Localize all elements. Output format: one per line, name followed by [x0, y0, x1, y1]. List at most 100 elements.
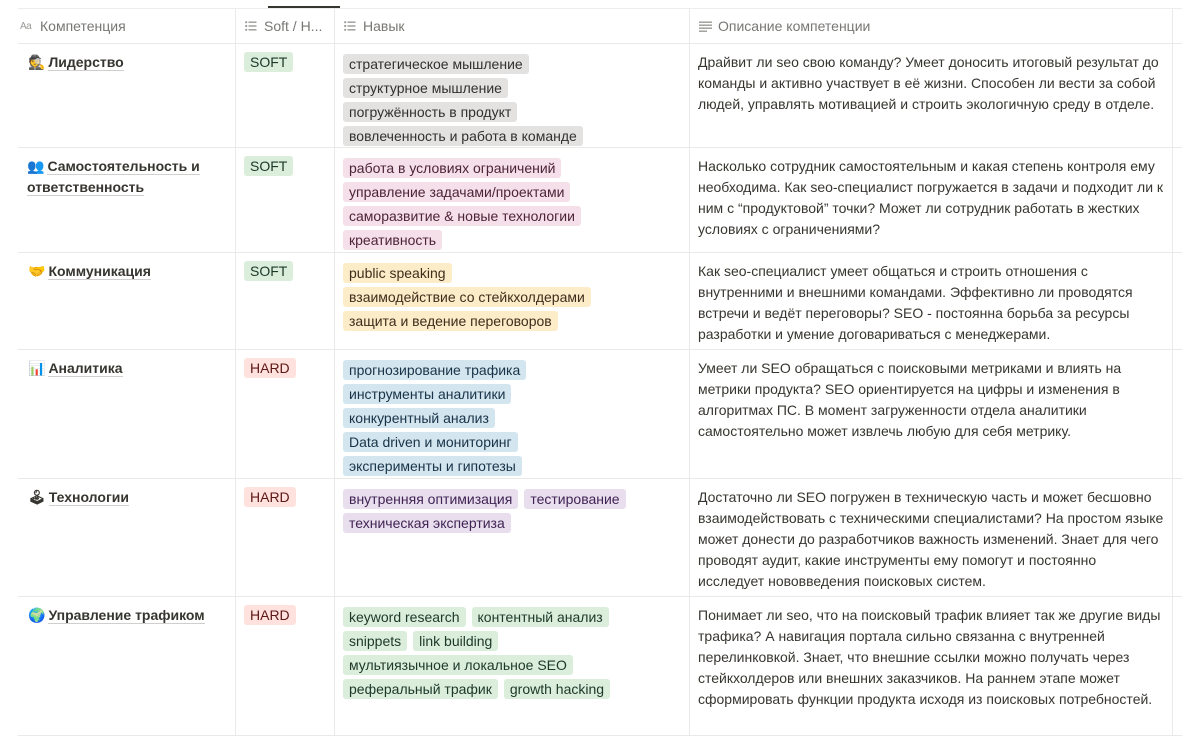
- competency-name[interactable]: Управление трафиком: [48, 607, 205, 624]
- type-tag: HARD: [244, 358, 296, 378]
- type-cell[interactable]: SOFT: [235, 253, 335, 349]
- column-header-label: Компетенция: [40, 18, 126, 34]
- skill-tag: тестирование: [524, 489, 626, 509]
- competency-cell[interactable]: 🌍 Управление трафиком: [18, 597, 235, 735]
- description-cell[interactable]: Насколько сотрудник самостоятельным и ка…: [690, 148, 1173, 252]
- skill-tag: мультиязычное и локальное SEO: [343, 655, 573, 675]
- type-cell[interactable]: SOFT: [235, 148, 335, 252]
- skill-tag: public speaking: [343, 263, 452, 283]
- skills-cell[interactable]: работа в условиях ограничений управление…: [335, 148, 690, 252]
- row-tail: [1173, 44, 1182, 147]
- skills-cell[interactable]: keyword research контентный анализ snipp…: [335, 597, 690, 735]
- table-header: Aa Компетенция Soft / H... Навык Описани…: [18, 8, 1182, 44]
- column-header-label: Навык: [363, 18, 405, 34]
- skills-cell[interactable]: внутренняя оптимизация тестирование техн…: [335, 479, 690, 596]
- globe-icon: 🌍: [28, 607, 46, 623]
- joystick-icon: 🕹: [28, 489, 46, 505]
- type-tag: SOFT: [244, 261, 294, 281]
- column-header-description[interactable]: Описание компетенции: [690, 9, 1173, 43]
- skill-tag: link building: [413, 631, 499, 651]
- type-tag: SOFT: [244, 156, 294, 176]
- skill-tag: работа в условиях ограничений: [343, 158, 562, 178]
- description-cell[interactable]: Достаточно ли SEO погружен в техническую…: [690, 479, 1173, 596]
- handshake-icon: 🤝: [28, 263, 46, 279]
- column-header-label: Описание компетенции: [718, 18, 871, 34]
- skill-tag: внутренняя оптимизация: [343, 489, 519, 509]
- skill-tag: snippets: [343, 631, 408, 651]
- table-row[interactable]: 🕹 Технологии HARD внутренняя оптимизация …: [18, 479, 1182, 597]
- competency-cell[interactable]: 🤝 Коммуникация: [18, 253, 235, 349]
- type-tag: HARD: [244, 487, 296, 507]
- multi-select-property-icon: [244, 19, 258, 33]
- column-add: [1173, 9, 1182, 43]
- competency-name[interactable]: Самостоятельность и ответственность: [27, 158, 200, 196]
- type-tag: HARD: [244, 605, 296, 625]
- skills-cell[interactable]: public speaking взаимодействие со стейкх…: [335, 253, 690, 349]
- competency-cell[interactable]: 👥 Самостоятельность и ответственность: [18, 148, 235, 252]
- skill-tag: Data driven и мониторинг: [343, 432, 518, 452]
- row-tail: [1173, 597, 1182, 735]
- table-row[interactable]: 📊 Аналитика HARD прогнозирование трафика …: [18, 350, 1182, 479]
- competency-name[interactable]: Лидерство: [48, 54, 124, 71]
- type-cell[interactable]: HARD: [235, 597, 335, 735]
- skill-tag: growth hacking: [503, 679, 611, 699]
- detective-icon: 🕵: [28, 54, 46, 70]
- column-header-label: Soft / H...: [264, 18, 323, 34]
- description-cell[interactable]: Умеет ли SEO обращаться с поисковыми мет…: [690, 350, 1173, 478]
- skill-tag: прогнозирование трафика: [343, 360, 527, 380]
- description-cell[interactable]: Понимает ли seo, что на поисковый трафик…: [690, 597, 1173, 735]
- description-text: Умеет ли SEO обращаться с поисковыми мет…: [698, 360, 1122, 439]
- skill-tag: защита и ведение переговоров: [343, 311, 558, 331]
- type-cell[interactable]: HARD: [235, 479, 335, 596]
- competency-cell[interactable]: 📊 Аналитика: [18, 350, 235, 478]
- multi-select-property-icon: [343, 19, 357, 33]
- table-row[interactable]: 🕵 Лидерство SOFT стратегическое мышление …: [18, 44, 1182, 148]
- skill-tag: конкурентный анализ: [343, 408, 495, 428]
- skill-tag: погружённость в продукт: [343, 102, 518, 122]
- skill-tag: вовлеченность и работа в команде: [343, 126, 583, 146]
- text-lines-property-icon: [698, 19, 712, 33]
- description-cell[interactable]: Драйвит ли seo свою команду? Умеет донос…: [690, 44, 1173, 147]
- table-row[interactable]: 👥 Самостоятельность и ответственность SOF…: [18, 148, 1182, 253]
- row-tail: [1173, 479, 1182, 596]
- table-row[interactable]: 🤝 Коммуникация SOFT public speaking взаим…: [18, 253, 1182, 350]
- description-text: Понимает ли seo, что на поисковый трафик…: [698, 607, 1161, 707]
- skill-tag: эксперименты и гипотезы: [343, 456, 522, 476]
- type-cell[interactable]: HARD: [235, 350, 335, 478]
- skills-cell[interactable]: стратегическое мышление структурное мышл…: [335, 44, 690, 147]
- competency-name[interactable]: Аналитика: [48, 360, 123, 377]
- skill-tag: техническая экспертиза: [343, 513, 511, 533]
- skill-tag: креативность: [343, 230, 443, 250]
- skill-tag: контентный анализ: [471, 607, 609, 627]
- competency-name[interactable]: Коммуникация: [48, 263, 151, 280]
- description-text: Как seo-специалист умеет общаться и стро…: [698, 263, 1133, 342]
- skill-tag: саморазвитие & новые технологии: [343, 206, 581, 226]
- row-tail: [1173, 148, 1182, 252]
- competency-cell[interactable]: 🕹 Технологии: [18, 479, 235, 596]
- column-header-type[interactable]: Soft / H...: [235, 9, 335, 43]
- competency-name[interactable]: Технологии: [48, 489, 129, 506]
- skill-tag: управление задачами/проектами: [343, 182, 571, 202]
- column-header-competency[interactable]: Aa Компетенция: [18, 9, 235, 43]
- row-tail: [1173, 253, 1182, 349]
- description-cell[interactable]: Как seo-специалист умеет общаться и стро…: [690, 253, 1173, 349]
- skill-tag: keyword research: [343, 607, 466, 627]
- description-text: Достаточно ли SEO погружен в техническую…: [698, 489, 1164, 589]
- competency-cell[interactable]: 🕵 Лидерство: [18, 44, 235, 147]
- table-row[interactable]: 🌍 Управление трафиком HARD keyword resear…: [18, 597, 1182, 736]
- skills-cell[interactable]: прогнозирование трафика инструменты анал…: [335, 350, 690, 478]
- type-cell[interactable]: SOFT: [235, 44, 335, 147]
- skill-tag: структурное мышление: [343, 78, 508, 98]
- skill-tag: инструменты аналитики: [343, 384, 512, 404]
- description-text: Драйвит ли seo свою команду? Умеет донос…: [698, 54, 1159, 112]
- column-header-skill[interactable]: Навык: [335, 9, 690, 43]
- text-property-icon: Aa: [20, 20, 32, 32]
- competency-table: Aa Компетенция Soft / H... Навык Описани…: [18, 8, 1182, 736]
- bar-chart-icon: 📊: [28, 360, 46, 376]
- skill-tag: реферальный трафик: [343, 679, 498, 699]
- skill-tag: стратегическое мышление: [343, 54, 529, 74]
- row-tail: [1173, 350, 1182, 478]
- people-icon: 👥: [27, 158, 45, 174]
- skill-tag: взаимодействие со стейкхолдерами: [343, 287, 591, 307]
- type-tag: SOFT: [244, 52, 294, 72]
